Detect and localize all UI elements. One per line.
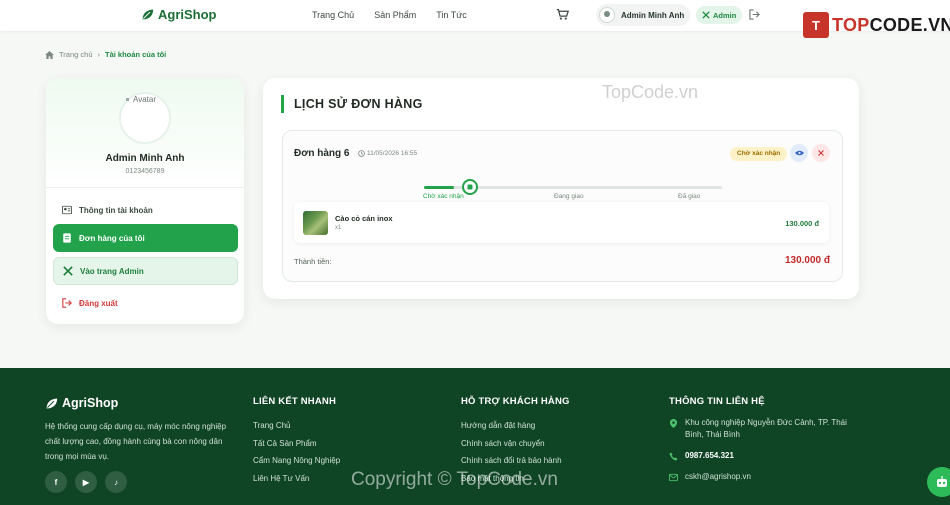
footer-heading: THÔNG TIN LIÊN HỆ <box>669 396 765 407</box>
product-thumbnail[interactable] <box>303 211 328 235</box>
nav-home[interactable]: Trang Chủ <box>312 10 354 20</box>
nav-news[interactable]: Tin Tức <box>436 10 467 20</box>
order-history-card: LỊCH SỬ ĐƠN HÀNG Đơn hàng 6 11/05/2026 1… <box>263 78 859 299</box>
nav-products[interactable]: Sản Phẩm <box>374 10 416 20</box>
site-footer: AgriShop Hệ thống cung cấp dụng cụ, máy … <box>0 368 950 505</box>
avatar-alt-text: Avatar <box>126 95 156 104</box>
profile-header: Avatar Admin Minh Anh 0123456789 <box>46 78 244 188</box>
progress-step-pending: Chờ xác nhận <box>423 193 464 200</box>
eye-icon <box>794 150 804 156</box>
view-order-button[interactable] <box>790 144 808 162</box>
topcode-logo: T TOPCODE.VN <box>803 12 950 38</box>
admin-badge-label: Admin <box>713 10 737 20</box>
total-value: 130.000 đ <box>784 255 830 266</box>
footer-heading: LIÊN KẾT NHANH <box>253 396 337 407</box>
home-icon <box>45 50 54 59</box>
map-pin-icon <box>669 419 678 428</box>
phone-icon <box>669 452 678 461</box>
product-name[interactable]: Cào cỏ cán inox <box>335 214 393 223</box>
logout-icon[interactable] <box>749 9 760 20</box>
footer-link-shipping[interactable]: Chính sách vận chuyển <box>461 435 570 453</box>
breadcrumb-home[interactable]: Trang chủ <box>59 50 93 59</box>
contact-email[interactable]: cskh@agrishop.vn <box>669 471 859 483</box>
user-menu[interactable]: Admin Minh Anh <box>596 4 690 26</box>
footer-support: HỖ TRỢ KHÁCH HÀNG Hướng dẫn đặt hàng Chí… <box>461 396 570 487</box>
product-quantity: x1 <box>335 225 342 231</box>
order-card: Đơn hàng 6 11/05/2026 16:55 Chờ xác nhận… <box>282 130 843 282</box>
user-name: Admin Minh Anh <box>621 10 685 20</box>
order-item: Cào cỏ cán inox x1 130.000 đ <box>294 202 829 243</box>
clipboard-icon <box>467 184 473 190</box>
order-date-text: 11/05/2026 16:55 <box>367 150 418 157</box>
sidebar-item-label: Vào trang Admin <box>80 266 144 276</box>
total-label: Thành tiền: <box>294 257 332 266</box>
clock-icon <box>358 150 365 157</box>
cancel-order-button[interactable] <box>812 144 830 162</box>
main-nav: Trang Chủ Sản Phẩm Tin Tức <box>312 10 467 20</box>
brand-name: AgriShop <box>158 7 217 22</box>
footer-link-guide[interactable]: Cẩm Nang Nông Nghiệp <box>253 452 340 470</box>
footer-link-order-guide[interactable]: Hướng dẫn đặt hàng <box>461 417 570 435</box>
footer-quick-links: LIÊN KẾT NHANH Trang Chủ Tất Cả Sản Phẩm… <box>253 396 340 487</box>
admin-badge[interactable]: Admin <box>696 6 743 24</box>
mail-icon <box>669 473 678 482</box>
facebook-icon[interactable]: f <box>45 471 67 493</box>
contact-email-text: cskh@agrishop.vn <box>685 472 751 481</box>
footer-link-all-products[interactable]: Tất Cả Sản Phẩm <box>253 435 340 453</box>
brand-logo[interactable]: AgriShop <box>141 7 217 22</box>
breadcrumb: Trang chủ › Tài khoản của tôi <box>45 50 166 59</box>
contact-phone[interactable]: 0987.654.321 <box>669 450 859 462</box>
user-avatar <box>599 7 615 23</box>
footer-link-home[interactable]: Trang Chủ <box>253 417 340 435</box>
status-badge: Chờ xác nhận <box>730 147 788 161</box>
order-progress-fill <box>424 186 454 189</box>
topcode-mark-icon: T <box>803 12 829 38</box>
account-sidebar: Avatar Admin Minh Anh 0123456789 Thông t… <box>46 78 244 324</box>
close-icon <box>818 150 824 156</box>
tools-icon <box>702 11 710 19</box>
order-date: 11/05/2026 16:55 <box>358 150 417 157</box>
social-links: f ▶ ♪ <box>45 471 127 493</box>
progress-step-marker <box>462 179 478 195</box>
topcode-logo-text: TOPCODE.VN <box>832 14 950 35</box>
tools-icon <box>63 266 73 276</box>
contact-address-text: Khu công nghiệp Nguyễn Đức Cảnh, TP. Thá… <box>685 418 847 439</box>
breadcrumb-current: Tài khoản của tôi <box>105 50 167 59</box>
profile-phone: 0123456789 <box>125 168 165 175</box>
profile-name: Admin Minh Anh <box>105 153 185 164</box>
leaf-icon <box>142 9 154 20</box>
footer-link-contact[interactable]: Liên Hệ Tư Vấn <box>253 470 340 488</box>
receipt-icon <box>63 233 71 243</box>
contact-phone-text: 0987.654.321 <box>685 451 734 460</box>
order-id: Đơn hàng 6 <box>294 148 350 159</box>
footer-heading: HỖ TRỢ KHÁCH HÀNG <box>461 396 570 407</box>
breadcrumb-separator: › <box>97 50 101 59</box>
progress-step-shipping: Đang giao <box>554 193 584 200</box>
contact-address: Khu công nghiệp Nguyễn Đức Cảnh, TP. Thá… <box>669 417 859 441</box>
footer-link-privacy[interactable]: Bảo mật thông tin <box>461 470 570 488</box>
sidebar-item-account-info[interactable]: Thông tin tài khoản <box>53 196 238 224</box>
product-price: 130.000 đ <box>785 219 819 228</box>
footer-logo[interactable]: AgriShop <box>45 396 118 410</box>
id-card-icon <box>62 205 72 215</box>
sidebar-item-label: Đăng xuất <box>79 298 118 308</box>
footer-link-returns[interactable]: Chính sách đổi trả bảo hành <box>461 452 570 470</box>
youtube-icon[interactable]: ▶ <box>75 471 97 493</box>
cart-icon[interactable] <box>556 8 569 21</box>
sidebar-item-admin[interactable]: Vào trang Admin <box>53 257 238 285</box>
chatbot-button[interactable] <box>927 467 950 497</box>
page-title: LỊCH SỬ ĐƠN HÀNG <box>281 95 423 113</box>
sidebar-item-label: Đơn hàng của tôi <box>79 233 145 243</box>
robot-icon <box>937 476 947 487</box>
sidebar-item-logout[interactable]: Đăng xuất <box>53 289 238 317</box>
footer-brand-name: AgriShop <box>62 396 119 410</box>
tiktok-icon[interactable]: ♪ <box>105 471 127 493</box>
progress-step-delivered: Đã giao <box>678 193 701 200</box>
sidebar-item-label: Thông tin tài khoản <box>79 205 153 215</box>
footer-contact: THÔNG TIN LIÊN HỆ Khu công nghiệp Nguyễn… <box>669 396 859 492</box>
logout-icon <box>62 298 72 308</box>
footer-description: Hệ thống cung cấp dụng cụ, máy móc nông … <box>45 422 227 461</box>
sidebar-item-orders[interactable]: Đơn hàng của tôi <box>53 224 238 252</box>
leaf-icon <box>46 398 58 408</box>
